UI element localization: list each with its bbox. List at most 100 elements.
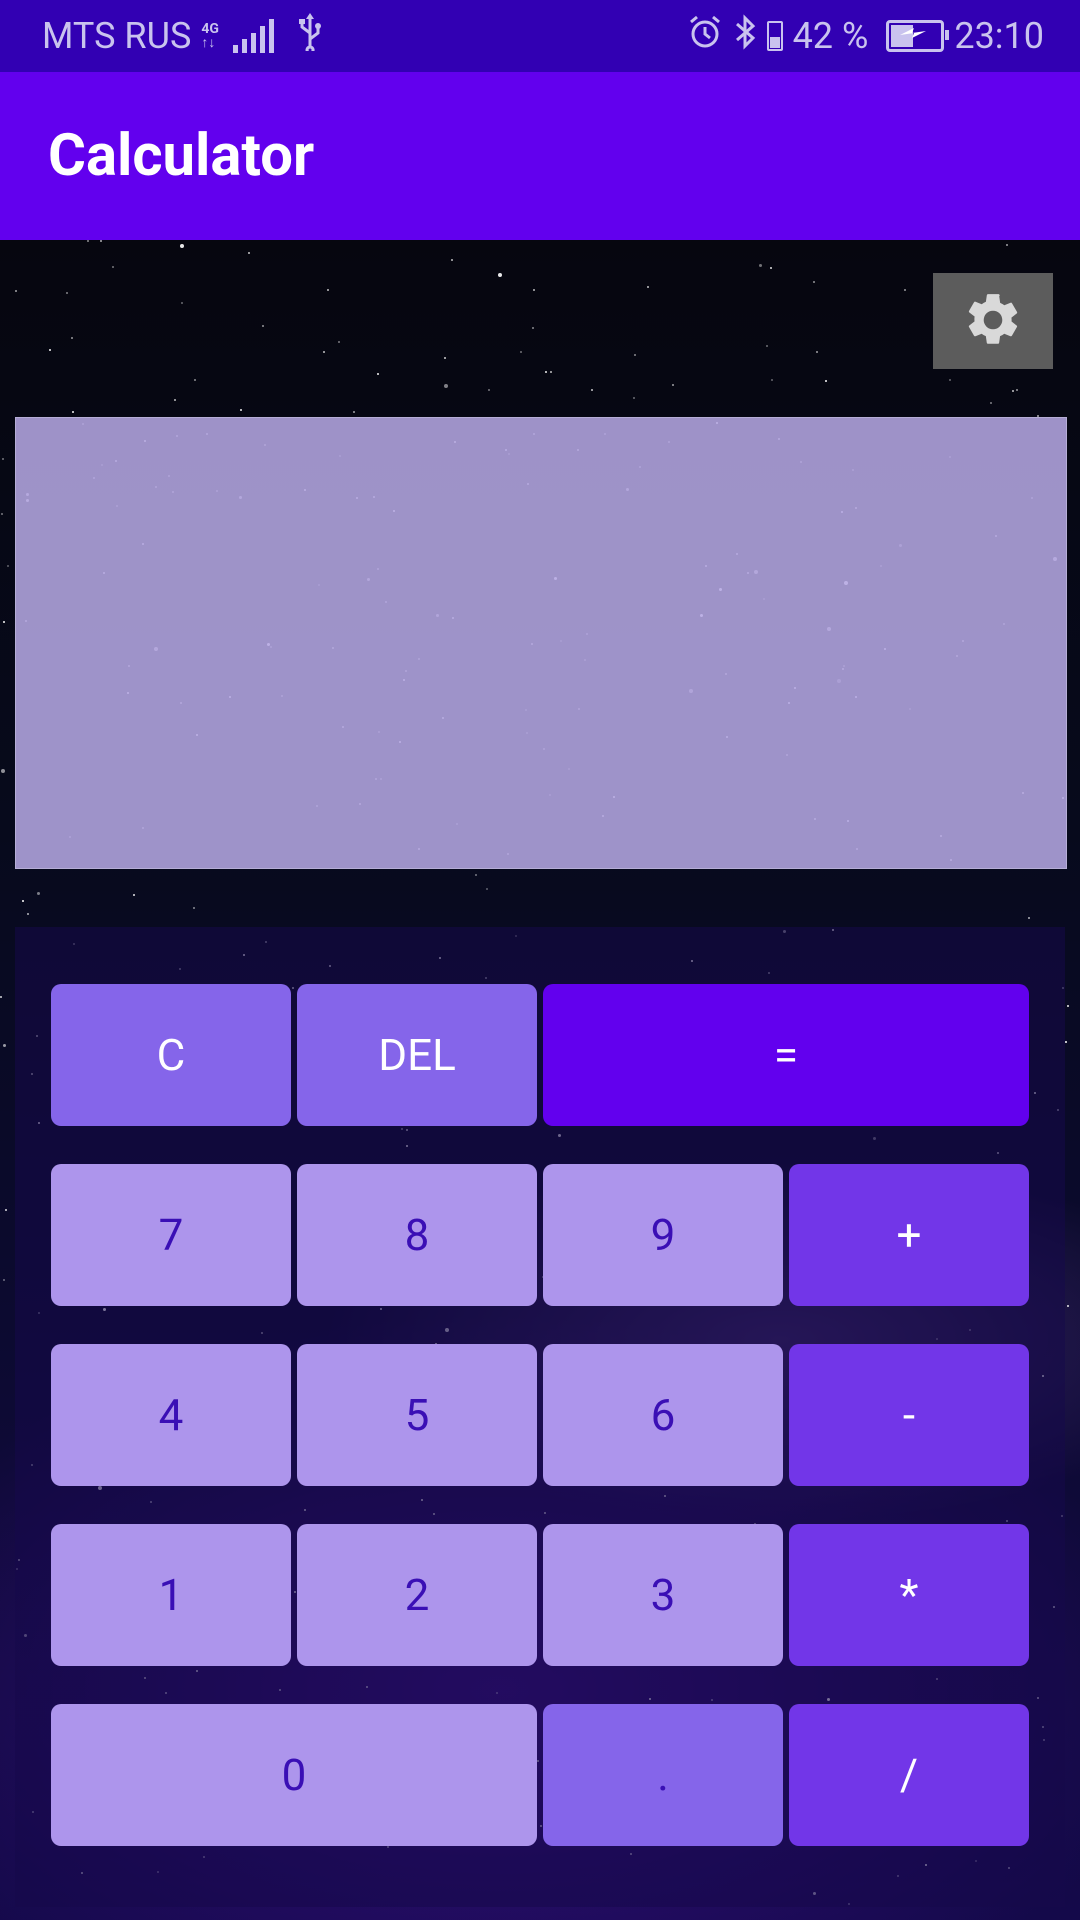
star	[248, 252, 250, 254]
star	[7, 565, 9, 567]
star	[533, 289, 535, 291]
star	[1028, 917, 1030, 919]
star	[37, 892, 40, 895]
star	[759, 264, 762, 267]
star	[1065, 1041, 1067, 1043]
carrier-name: MTS RUS	[42, 15, 192, 57]
divide-button[interactable]: /	[789, 1704, 1029, 1846]
star	[904, 289, 906, 291]
digit-7-button[interactable]: 7	[51, 1164, 291, 1306]
network-type: 4G ↑↓	[201, 21, 219, 51]
keypad: C DEL = 7 8 9 + 4 5 6 - 1 2 3 * 0 . /	[15, 927, 1065, 1907]
star	[22, 900, 24, 902]
digit-4-button[interactable]: 4	[51, 1344, 291, 1486]
gear-icon	[962, 289, 1024, 354]
star	[825, 380, 827, 382]
star	[498, 273, 502, 277]
digit-3-button[interactable]: 3	[543, 1524, 783, 1666]
star	[532, 327, 534, 329]
star	[813, 281, 815, 283]
plus-button[interactable]: +	[789, 1164, 1029, 1306]
star	[488, 389, 490, 391]
star	[451, 259, 453, 261]
star	[591, 389, 593, 391]
star	[990, 402, 992, 404]
star	[87, 240, 89, 242]
star	[1012, 390, 1014, 392]
star	[112, 266, 114, 268]
star	[1016, 389, 1018, 391]
battery-percent: 42 %	[792, 15, 869, 57]
star	[353, 411, 355, 413]
star	[240, 409, 242, 411]
star	[1067, 1005, 1069, 1007]
star	[647, 286, 649, 288]
digit-6-button[interactable]: 6	[543, 1344, 783, 1486]
star	[49, 349, 51, 351]
digit-8-button[interactable]: 8	[297, 1164, 537, 1306]
usb-icon	[296, 12, 324, 60]
star	[71, 337, 73, 339]
app-bar: Calculator	[0, 72, 1080, 240]
star	[770, 267, 772, 269]
star	[766, 345, 768, 347]
star	[327, 289, 329, 291]
star	[672, 384, 674, 386]
app-title: Calculator	[48, 122, 315, 190]
delete-button[interactable]: DEL	[297, 984, 537, 1126]
star	[15, 290, 17, 292]
digit-5-button[interactable]: 5	[297, 1344, 537, 1486]
star	[520, 351, 522, 353]
bluetooth-icon	[733, 13, 757, 59]
star	[193, 907, 195, 909]
settings-button[interactable]	[933, 273, 1053, 369]
star	[2, 458, 4, 460]
star	[1, 769, 5, 773]
digit-9-button[interactable]: 9	[543, 1164, 783, 1306]
star	[174, 399, 176, 401]
digit-2-button[interactable]: 2	[297, 1524, 537, 1666]
star	[338, 341, 340, 343]
status-left: MTS RUS 4G ↑↓	[42, 0, 324, 72]
star	[194, 379, 196, 381]
star	[633, 397, 635, 399]
star	[444, 384, 448, 388]
digit-0-button[interactable]: 0	[51, 1704, 537, 1846]
calculator-display	[15, 417, 1067, 869]
star	[550, 371, 552, 373]
star	[771, 379, 773, 381]
star	[3, 1279, 5, 1281]
star	[1006, 244, 1008, 246]
star	[377, 373, 379, 375]
star	[3, 621, 5, 623]
star	[634, 354, 636, 356]
star	[475, 874, 477, 876]
star	[5, 1209, 7, 1211]
star	[949, 379, 951, 381]
star	[27, 913, 29, 915]
status-right: 42 % 23:10	[687, 0, 1044, 72]
star	[3, 1044, 6, 1047]
star	[545, 371, 547, 373]
star	[486, 888, 488, 890]
alarm-icon	[687, 14, 723, 59]
minus-button[interactable]: -	[789, 1344, 1029, 1486]
star	[180, 244, 184, 248]
status-bar: MTS RUS 4G ↑↓ 42 % 23:10	[0, 0, 1080, 72]
clear-button[interactable]: C	[51, 984, 291, 1126]
star	[816, 351, 818, 353]
star	[133, 894, 135, 896]
star	[72, 411, 74, 413]
star	[1, 513, 3, 515]
signal-icon	[232, 19, 274, 53]
decimal-point-button[interactable]: .	[543, 1704, 783, 1846]
star	[323, 351, 325, 353]
battery-charging-icon	[886, 20, 950, 52]
star	[66, 292, 68, 294]
digit-1-button[interactable]: 1	[51, 1524, 291, 1666]
star	[100, 240, 102, 242]
equals-button[interactable]: =	[543, 984, 1029, 1126]
multiply-button[interactable]: *	[789, 1524, 1029, 1666]
star	[262, 325, 264, 327]
battery-small-icon	[766, 21, 783, 51]
